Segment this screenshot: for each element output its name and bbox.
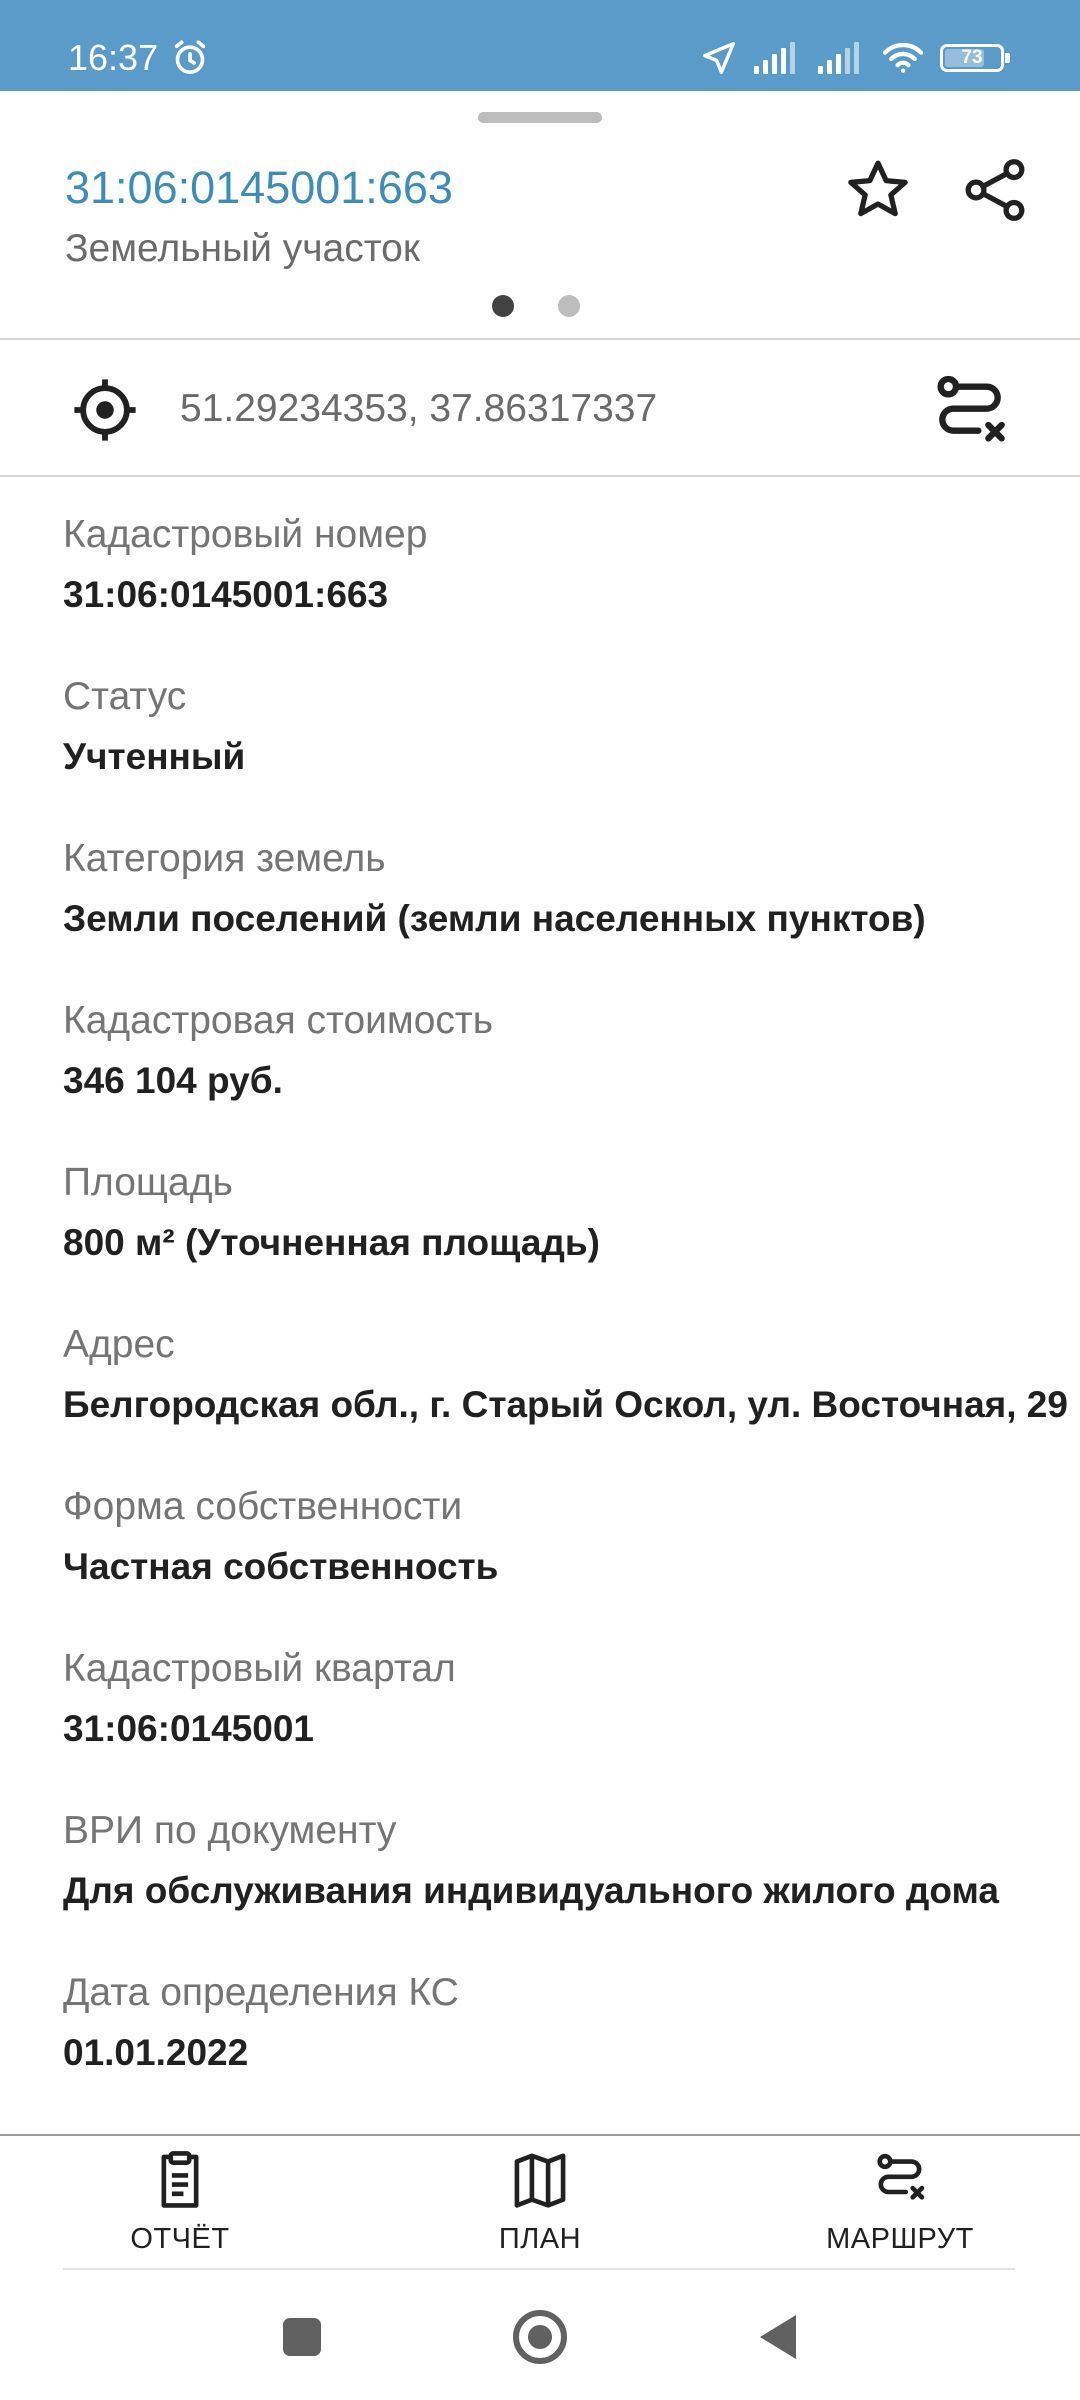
alarm-icon [174, 40, 206, 74]
status-time: 16:37 [68, 37, 159, 78]
property-label: Адрес [63, 1323, 175, 1366]
property-value: 346 104 руб. [63, 1060, 283, 1101]
property-label: ВРИ по документу [63, 1809, 397, 1852]
object-type: Земельный участок [65, 227, 420, 270]
plan-label: ПЛАН [498, 2223, 582, 2255]
property-item: Адрес Белгородская обл., г. Старый Оскол… [63, 1315, 1080, 1477]
favorite-button[interactable] [838, 150, 918, 230]
property-value: Частная собственность [63, 1546, 499, 1587]
property-item: ВРИ по документу Для обслуживания индиви… [63, 1801, 1080, 1963]
system-navigation-bar [0, 2270, 1080, 2400]
divider [0, 475, 1080, 477]
map-icon [514, 2153, 566, 2208]
page-dot[interactable] [558, 295, 580, 317]
route-button[interactable]: МАРШРУТ [790, 2150, 1010, 2260]
property-value: Белгородская обл., г. Старый Оскол, ул. … [63, 1384, 1068, 1425]
property-label: Кадастровый квартал [63, 1647, 456, 1690]
property-item: Кадастровый номер 31:06:0145001:663 [63, 505, 1080, 667]
property-value: Земли поселений (земли населенных пункто… [63, 898, 926, 939]
route-clear-icon[interactable] [930, 370, 1010, 450]
property-label: Дата определения КС [63, 1971, 459, 2014]
share-button[interactable] [955, 150, 1035, 230]
battery-icon: 73 [940, 44, 1010, 72]
property-item: Дата определения КС 01.01.2022 [63, 1963, 1080, 2125]
property-value: Для обслуживания индивидуального жилого … [63, 1870, 999, 1911]
signal-icon [818, 42, 859, 74]
page-dot[interactable] [492, 295, 514, 317]
property-label: Кадастровая стоимость [63, 999, 494, 1042]
report-icon [161, 2151, 199, 2208]
status-icons: 73 [700, 36, 1010, 80]
route-icon [877, 2153, 925, 2200]
signal-icon [754, 42, 795, 74]
properties-list: Кадастровый номер 31:06:0145001:663 Стат… [63, 505, 1080, 2125]
route-label: МАРШРУТ [826, 2223, 974, 2255]
property-item: Площадь 800 м² (Уточненная площадь) [63, 1153, 1080, 1315]
report-label: ОТЧЁТ [130, 2223, 230, 2255]
property-label: Категория земель [63, 837, 386, 880]
recents-icon[interactable] [272, 2307, 332, 2367]
property-value[interactable]: 31:06:0145001:663 [63, 565, 1080, 625]
drag-handle[interactable] [478, 112, 602, 123]
property-item: Статус Учтенный [63, 667, 1080, 829]
wifi-icon [882, 42, 924, 73]
share-icon [965, 159, 1025, 221]
home-icon[interactable] [510, 2307, 570, 2367]
property-value[interactable]: 31:06:0145001 [63, 1699, 1080, 1759]
property-item: Кадастровая стоимость 346 104 руб. [63, 991, 1080, 1153]
property-label: Статус [63, 675, 187, 718]
coordinates-text[interactable]: 51.29234353, 37.86317337 [180, 384, 657, 434]
property-label: Площадь [63, 1161, 233, 1204]
page-indicator [492, 295, 580, 317]
crosshair-icon[interactable] [70, 375, 140, 445]
property-value: Учтенный [63, 736, 246, 777]
battery-percent: 73 [961, 47, 983, 68]
back-icon[interactable] [748, 2307, 808, 2367]
property-item: Форма собственности Частная собственност… [63, 1477, 1080, 1639]
location-arrow-icon [703, 42, 735, 74]
plan-button[interactable]: ПЛАН [430, 2150, 650, 2260]
coordinates-row: 51.29234353, 37.86317337 [0, 340, 1080, 475]
star-icon [848, 160, 908, 217]
property-label: Кадастровый номер [63, 513, 428, 556]
property-item: Категория земель Земли поселений (земли … [63, 829, 1080, 991]
property-value: 01.01.2022 [63, 2032, 249, 2073]
property-label: Форма собственности [63, 1485, 463, 1528]
page-title: 31:06:0145001:663 [65, 162, 453, 213]
property-item: Кадастровый квартал 31:06:0145001 [63, 1639, 1080, 1801]
status-bar: 16:37 73 [0, 0, 1080, 91]
property-value: 800 м² (Уточненная площадь) [63, 1222, 600, 1263]
bottom-action-bar: ОТЧЁТ ПЛАН МАРШРУТ [0, 2134, 1080, 2270]
report-button[interactable]: ОТЧЁТ [70, 2150, 290, 2260]
